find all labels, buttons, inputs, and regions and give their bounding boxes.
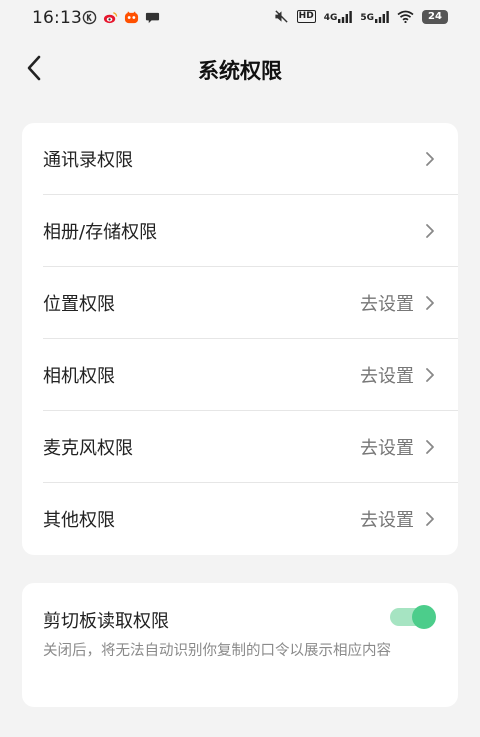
header: 系统权限	[0, 38, 480, 98]
permission-label: 通讯录权限	[43, 150, 133, 171]
k-app-icon	[82, 10, 97, 25]
signal-4g: 4G	[323, 10, 353, 23]
signal-5g: 5G	[360, 10, 389, 23]
weibo-icon	[103, 12, 118, 24]
status-time: 16:13	[32, 8, 82, 28]
permission-status: 去设置	[360, 510, 414, 531]
chevron-right-icon	[426, 440, 434, 454]
hd-label: HD	[296, 10, 316, 23]
battery-indicator: 24	[422, 9, 448, 24]
page-title: 系统权限	[198, 59, 282, 83]
row-right: 去设置	[360, 506, 436, 532]
row-right: 去设置	[360, 362, 436, 388]
chevron-right-icon	[426, 368, 434, 382]
permission-status: 去设置	[360, 366, 414, 387]
mute-icon	[275, 10, 288, 23]
clipboard-permission-card: 剪切板读取权限 关闭后，将无法自动识别你复制的口令以展示相应内容	[22, 583, 458, 707]
permission-row-storage[interactable]: 相册/存储权限	[22, 195, 458, 267]
signal-bars-icon	[338, 10, 353, 23]
permission-status: 去设置	[360, 294, 414, 315]
permission-status: 去设置	[360, 438, 414, 459]
permission-row-microphone[interactable]: 麦克风权限 去设置	[22, 411, 458, 483]
chevron-right-icon	[426, 224, 434, 238]
hd-indicator: HD	[296, 10, 316, 23]
signal-bars-icon	[375, 10, 389, 23]
row-right	[414, 151, 436, 167]
net-5g-label: 5G	[360, 12, 374, 23]
permission-label: 相册/存储权限	[43, 222, 158, 243]
permission-label: 麦克风权限	[43, 438, 133, 459]
permission-row-location[interactable]: 位置权限 去设置	[22, 267, 458, 339]
toggle-knob	[412, 605, 436, 629]
wifi-icon	[397, 10, 414, 23]
chevron-right-icon	[426, 512, 434, 526]
permissions-list: 通讯录权限 相册/存储权限 位置权限 去设置 相机权限 去设置 麦克风权限 去设…	[22, 123, 458, 555]
notification-icons	[82, 10, 160, 25]
system-status-icons: HD 4G 5G 24	[274, 9, 448, 24]
clipboard-description: 关闭后，将无法自动识别你复制的口令以展示相应内容	[43, 643, 391, 659]
row-right: 去设置	[360, 290, 436, 316]
permission-label: 其他权限	[43, 510, 115, 531]
permission-row-camera[interactable]: 相机权限 去设置	[22, 339, 458, 411]
message-icon	[145, 12, 160, 24]
status-bar: 16:13 HD 4G 5G 24	[0, 0, 480, 38]
battery-level: 24	[428, 10, 442, 22]
chevron-right-icon	[426, 296, 434, 310]
clipboard-toggle[interactable]	[390, 605, 436, 629]
clipboard-title: 剪切板读取权限	[43, 611, 169, 632]
permission-label: 相机权限	[43, 366, 115, 387]
permission-row-contacts[interactable]: 通讯录权限	[22, 123, 458, 195]
permission-label: 位置权限	[43, 294, 115, 315]
chevron-right-icon	[426, 152, 434, 166]
permission-row-other[interactable]: 其他权限 去设置	[22, 483, 458, 555]
net-4g-label: 4G	[323, 12, 338, 23]
taobao-icon	[124, 11, 139, 24]
row-right	[414, 223, 436, 239]
row-right: 去设置	[360, 434, 436, 460]
